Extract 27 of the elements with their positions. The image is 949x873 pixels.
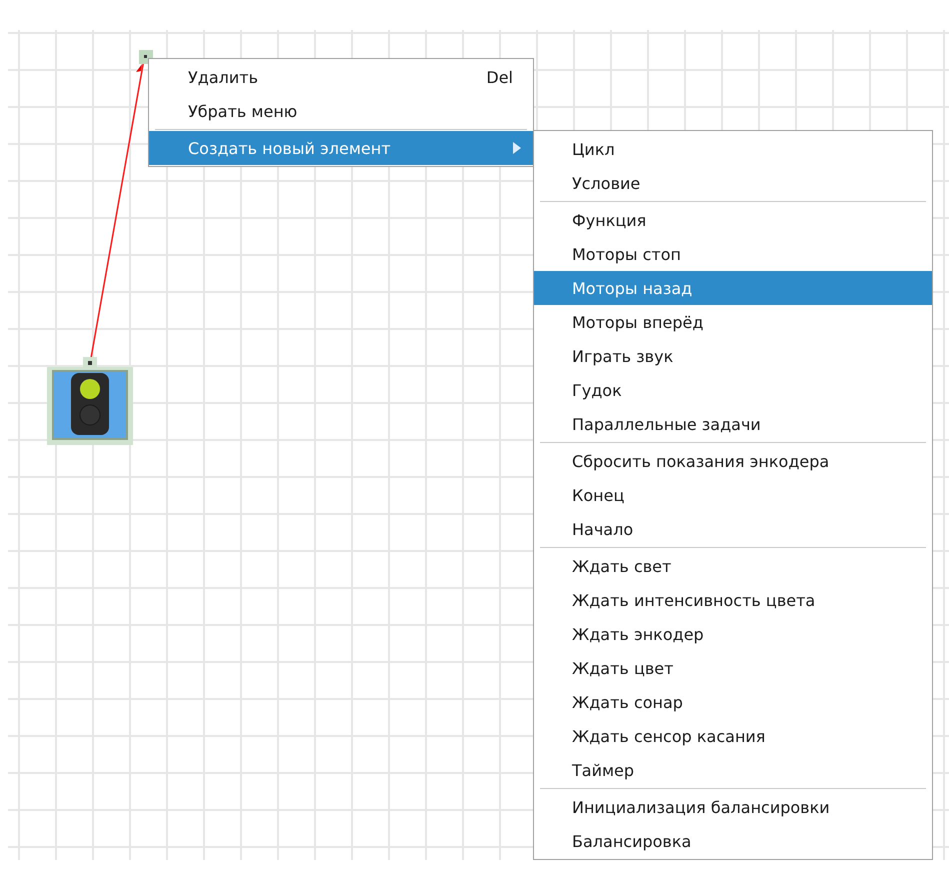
menu-item[interactable]: Конец	[534, 478, 932, 512]
menu-item[interactable]: Функция	[534, 203, 932, 237]
menu-item[interactable]: Балансировка	[534, 824, 932, 858]
menu-item[interactable]: Ждать сенсор касания	[534, 719, 932, 753]
menu-item[interactable]: Ждать энкодер	[534, 617, 932, 651]
menu-item[interactable]: Таймер	[534, 753, 932, 787]
menu-item[interactable]: Сбросить показания энкодера	[534, 444, 932, 478]
menu-item[interactable]: Ждать сонар	[534, 685, 932, 719]
shortcut-label: Del	[486, 68, 513, 86]
menu-item[interactable]: Ждать свет	[534, 549, 932, 583]
menu-item[interactable]: Цикл	[534, 132, 932, 166]
menu-item[interactable]: Условие	[534, 166, 932, 200]
menu-item[interactable]: Ждать цвет	[534, 651, 932, 685]
menu-item[interactable]: Удалить Del	[149, 60, 533, 94]
menu-item[interactable]: Моторы стоп	[534, 237, 932, 271]
menu-item[interactable]: Параллельные задачи	[534, 407, 932, 441]
menu-item[interactable]: Играть звук	[534, 339, 932, 373]
submenu-arrow-icon	[513, 142, 521, 154]
menu-item[interactable]: Инициализация балансировки	[534, 790, 932, 824]
menu-item[interactable]: Ждать интенсивность цвета	[534, 583, 932, 617]
menu-item[interactable]: Гудок	[534, 373, 932, 407]
menu-item[interactable]: Начало	[534, 512, 932, 546]
menu-item[interactable]: Убрать меню	[149, 94, 533, 128]
traffic-light-block-icon[interactable]	[47, 357, 133, 445]
menu-item[interactable]: Создать новый элемент	[149, 131, 533, 165]
menu-item[interactable]: Моторы назад	[534, 271, 932, 305]
menu-item[interactable]: Моторы вперёд	[534, 305, 932, 339]
